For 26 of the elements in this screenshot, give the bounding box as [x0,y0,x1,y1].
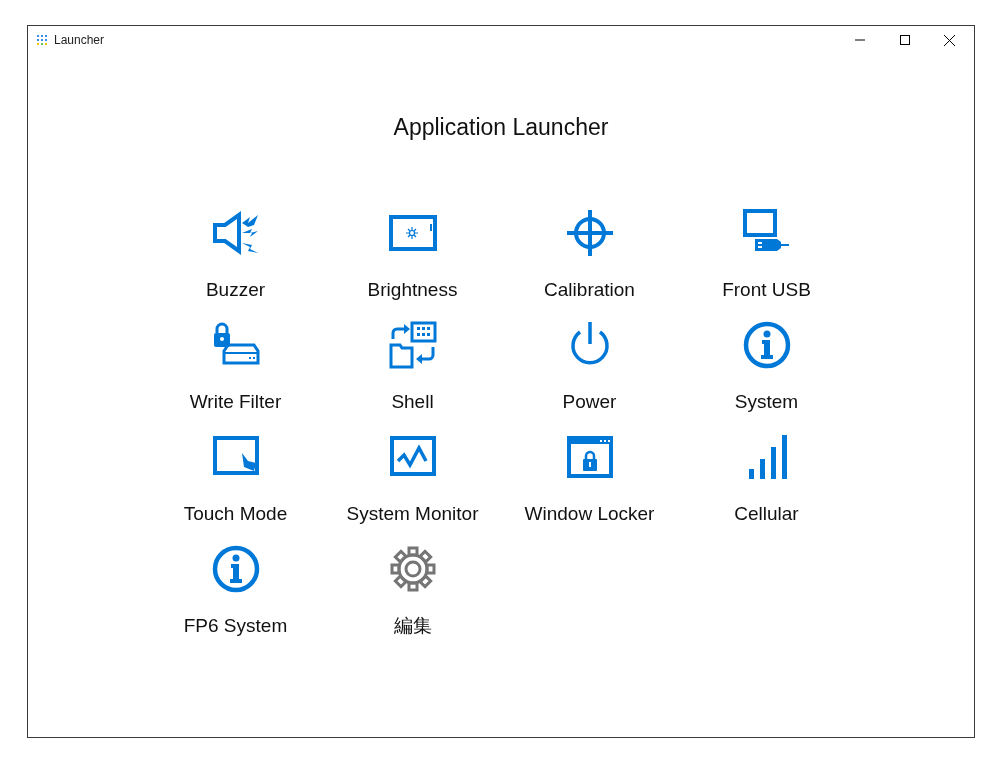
app-launch-button[interactable]: Brightness [324,208,501,321]
app-launch-button[interactable]: Calibration [501,208,678,321]
app-launch-button[interactable]: Touch Mode [147,432,324,545]
app-launch-button[interactable]: System [678,320,855,433]
info-icon [211,544,260,593]
maximize-icon [899,35,910,45]
app-launch-button[interactable]: Front USB [678,208,855,321]
app-launch-button[interactable]: Power [501,320,678,433]
info-icon [742,320,791,369]
app-launch-button[interactable]: Cellular [678,432,855,545]
app-launch-button[interactable]: FP6 System [147,544,324,657]
folder-grid-swap-icon [388,320,437,369]
app-launch-button[interactable]: Write Filter [147,320,324,433]
crosshair-icon [565,208,614,257]
app-launch-button[interactable]: Shell [324,320,501,433]
close-icon [944,34,955,46]
gear-icon [388,544,437,593]
page-heading: Application Launcher [393,113,609,142]
app-launch-button[interactable]: System Monitor [324,432,501,545]
app-launch-button[interactable]: Window Locker [501,432,678,545]
app-grid-icon [37,35,47,45]
minimize-icon [854,39,865,41]
window-title: Launcher [54,32,105,49]
speaker-icon [211,208,260,257]
app-launch-button[interactable]: 編集 [324,544,501,657]
app-launch-button[interactable]: Buzzer [147,208,324,321]
